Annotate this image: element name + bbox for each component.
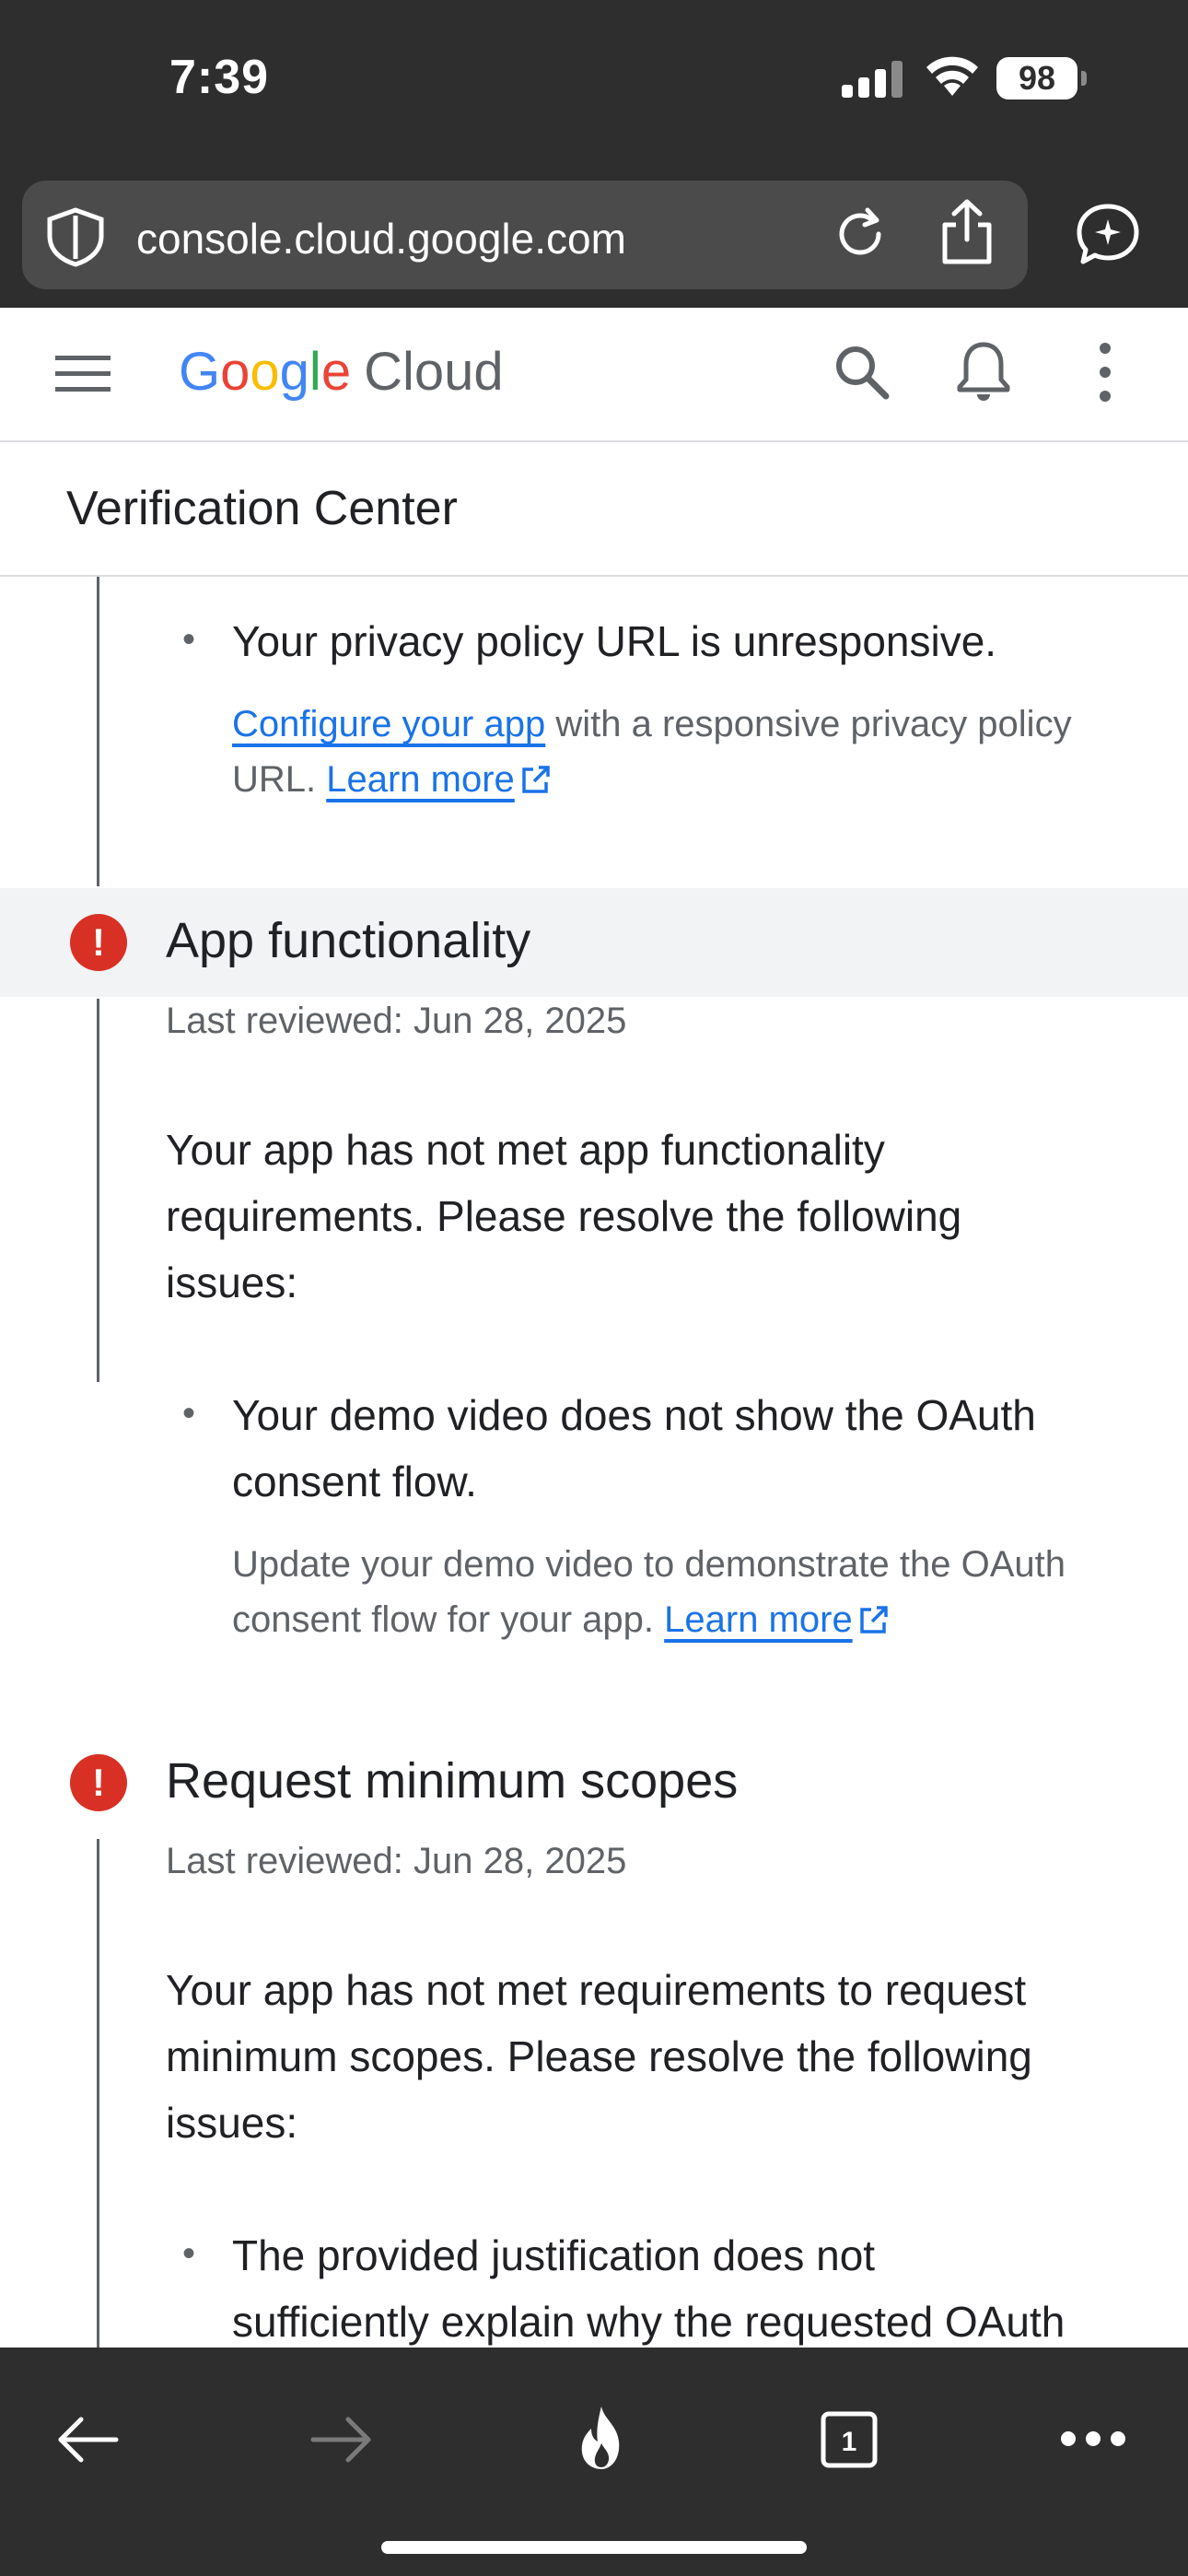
cellular-signal-icon (842, 61, 903, 98)
bullet-dot: • (182, 2233, 196, 2274)
forward-arrow-icon[interactable] (309, 2414, 374, 2465)
error-icon: ! (70, 1754, 127, 1811)
flame-icon[interactable] (571, 2405, 632, 2471)
ai-assistant-icon[interactable] (1074, 201, 1142, 269)
tabs-icon[interactable]: 1 (820, 2410, 879, 2469)
logo-letter: g (279, 342, 309, 402)
issue-line: sufficiently explain why the requested O… (232, 2298, 1066, 2346)
detail-text: URL. (232, 759, 327, 800)
detail-text: Update your demo video to demonstrate th… (232, 1544, 1066, 1585)
status-bar: 7:39 98 (0, 0, 1188, 166)
menu-icon[interactable] (55, 354, 111, 394)
section-title[interactable]: Request minimum scopes (166, 1752, 738, 1809)
issue-line: The provided justification does not (232, 2231, 876, 2279)
external-link-icon[interactable] (858, 1604, 890, 1635)
privacy-issue-title: Your privacy policy URL is unresponsive. (232, 617, 997, 665)
detail-text: consent flow for your app. (232, 1599, 665, 1640)
logo-letter: G (179, 342, 221, 402)
verification-content: • Your privacy policy URL is unresponsiv… (0, 577, 1188, 2348)
timeline-line (97, 577, 99, 886)
demo-video-issue-title: Your demo video does not show the OAuth … (232, 1382, 1153, 1515)
last-reviewed: Last reviewed: Jun 28, 2025 (166, 1841, 627, 1881)
logo-letter: l (309, 342, 321, 402)
google-cloud-logo[interactable]: Google Cloud (179, 341, 504, 403)
search-icon[interactable] (831, 341, 893, 404)
para-line: Your app has not met requirements to req… (166, 1966, 1027, 2014)
back-arrow-icon[interactable] (55, 2414, 120, 2465)
error-icon: ! (70, 914, 127, 971)
para-line: Your app has not met app functionality (166, 1126, 885, 1174)
shield-icon[interactable] (42, 206, 109, 267)
logo-letter: e (320, 342, 352, 402)
para-line: issues: (166, 2099, 298, 2147)
wifi-icon (926, 56, 978, 96)
timeline-line (97, 999, 99, 1382)
privacy-issue-detail: Configure your app with a responsive pri… (232, 697, 1153, 807)
configure-app-link[interactable]: Configure your app (232, 704, 545, 744)
section-title: App functionality (166, 913, 531, 968)
external-link-icon[interactable] (520, 764, 552, 795)
status-time: 7:39 (169, 51, 270, 104)
battery-tip (1081, 71, 1087, 86)
bullet-dot: • (182, 1393, 196, 1434)
learn-more-link[interactable]: Learn more (326, 759, 515, 800)
timeline-line (97, 1839, 99, 2348)
justification-issue-title: The provided justification does not suff… (232, 2222, 1153, 2348)
last-reviewed: Last reviewed: Jun 28, 2025 (166, 1001, 627, 1041)
logo-letter: o (250, 342, 280, 402)
browser-bottom-toolbar: 1 (0, 2348, 1188, 2576)
page-title-bar: Verification Center (0, 442, 1188, 577)
learn-more-link[interactable]: Learn more (664, 1599, 853, 1640)
detail-text: with a responsive privacy policy (545, 704, 1072, 744)
home-indicator[interactable] (381, 2541, 807, 2554)
bell-icon[interactable] (954, 339, 1013, 404)
address-bar[interactable]: console.cloud.google.com (22, 181, 1028, 289)
section-description: Your app has not met requirements to req… (166, 1957, 1142, 2156)
gc-top-header: Google Cloud (0, 308, 1188, 442)
more-horiz-icon[interactable] (1059, 2427, 1127, 2451)
more-vert-icon[interactable] (1087, 339, 1124, 405)
para-line: issues: (166, 1259, 298, 1306)
para-line: requirements. Please resolve the followi… (166, 1192, 962, 1240)
issue-line: consent flow. (232, 1458, 477, 1505)
tab-count: 1 (842, 2427, 857, 2457)
logo-letter: o (220, 342, 250, 402)
logo-product-name: Cloud (364, 342, 504, 402)
url-text[interactable]: console.cloud.google.com (136, 214, 626, 263)
page-title: Verification Center (66, 482, 458, 535)
reload-icon[interactable] (831, 205, 890, 263)
demo-video-issue-detail: Update your demo video to demonstrate th… (232, 1537, 1153, 1647)
bullet-dot: • (182, 619, 196, 660)
battery-indicator: 98 (996, 57, 1077, 100)
share-icon[interactable] (936, 197, 998, 267)
section-description: Your app has not met app functionality r… (166, 1117, 1142, 1316)
browser-toolbar: console.cloud.google.com (0, 166, 1188, 308)
para-line: minimum scopes. Please resolve the follo… (166, 2032, 1032, 2080)
issue-line: Your demo video does not show the OAuth (232, 1391, 1036, 1439)
